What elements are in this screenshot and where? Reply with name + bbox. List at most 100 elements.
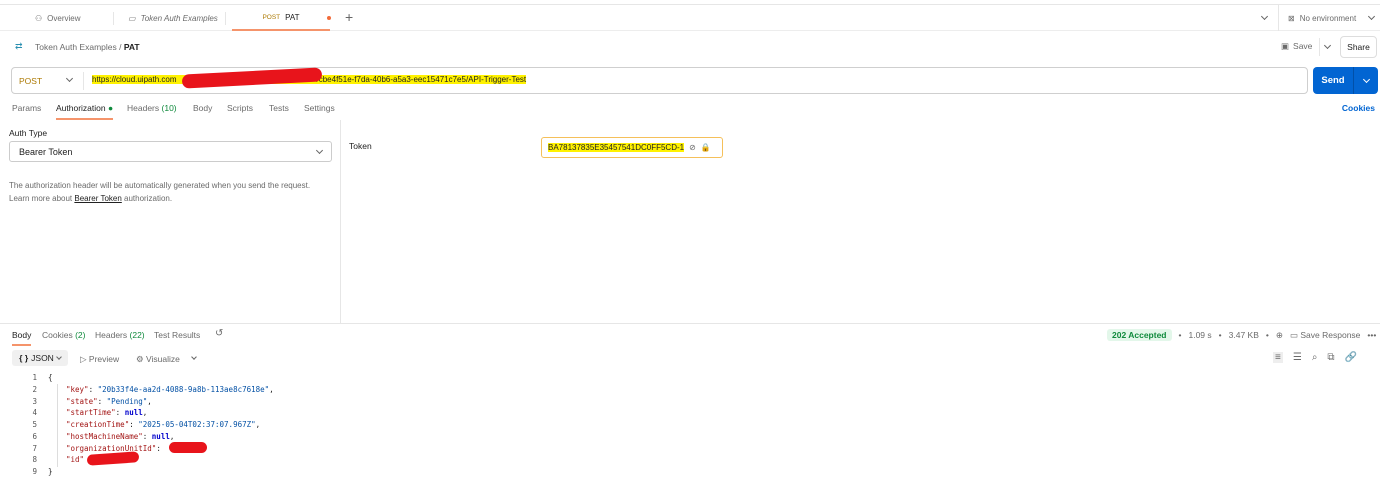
code-token: , xyxy=(169,431,175,441)
line-number: 9 xyxy=(32,466,37,476)
new-tab-plus-icon[interactable]: + xyxy=(345,9,353,25)
copy-icon[interactable]: ⧉ xyxy=(1327,352,1334,363)
code-token: , xyxy=(142,408,148,418)
status-badge: 202 Accepted xyxy=(1107,329,1172,341)
save-button[interactable]: ▣ Save xyxy=(1281,41,1312,52)
search-icon[interactable]: ⌕ xyxy=(1312,352,1318,363)
breadcrumb-collection[interactable]: Token Auth Examples xyxy=(35,42,117,52)
redaction xyxy=(169,442,207,453)
tab-body[interactable]: Body xyxy=(193,103,212,113)
unsaved-dot xyxy=(327,16,331,20)
code-token: , xyxy=(269,385,274,395)
tab-params[interactable]: Params xyxy=(12,103,41,113)
history-icon[interactable]: ↺ xyxy=(215,328,223,339)
line-number: 8 xyxy=(32,455,37,465)
code-token: "20b33f4e-aa2d-4088-9a8b-113ae8c7618e" xyxy=(97,385,270,395)
code-token: "hostMachineName" xyxy=(66,431,143,441)
response-time: 1.09 s xyxy=(1188,330,1212,340)
line-number: 4 xyxy=(32,408,37,418)
filter-icon[interactable]: ☰ xyxy=(1293,352,1302,363)
tab-scripts[interactable]: Scripts xyxy=(227,103,253,113)
response-size: 3.47 KB xyxy=(1228,330,1259,340)
response-tab-cookies[interactable]: Cookies (2) xyxy=(42,330,85,340)
tab-authorization[interactable]: Authorization ● xyxy=(56,103,114,120)
auth-type-label: Auth Type xyxy=(9,128,48,138)
code-token: : xyxy=(115,408,125,418)
breadcrumb: Token Auth Examples / PAT xyxy=(35,42,140,52)
line-number: 6 xyxy=(32,431,37,441)
code-line: 7 "organizationUnitId": xyxy=(0,442,500,454)
code-line: 4 "startTime": null, xyxy=(0,407,500,419)
code-token: "key" xyxy=(66,385,89,395)
code-token: : xyxy=(142,431,152,441)
preview-button[interactable]: ▷ Preview xyxy=(80,354,119,365)
line-number: 2 xyxy=(32,385,37,395)
visualize-chevron[interactable] xyxy=(191,354,197,360)
environment-selector[interactable]: ⊠ No environment xyxy=(1288,5,1376,31)
token-input[interactable]: BA78137835E35457541DC0FF5CD-1 ⊘ 🔒 xyxy=(541,137,723,158)
bearer-token-link[interactable]: Bearer Token xyxy=(74,194,121,203)
tab-overview[interactable]: ⚇ Overview xyxy=(35,5,81,31)
format-select[interactable]: { } JSON xyxy=(12,350,68,366)
line-number: 5 xyxy=(32,420,37,430)
code-line: 5 "creationTime": "2025-05-04T02:37:07.96… xyxy=(0,419,500,431)
http-icon: ⇄ xyxy=(15,41,23,51)
line-number: 7 xyxy=(32,443,37,453)
code-token: { xyxy=(48,373,53,383)
line-number: 1 xyxy=(32,373,37,383)
save-icon: ▣ xyxy=(1281,41,1290,51)
code-token: null xyxy=(124,408,143,418)
auth-type-select[interactable]: Bearer Token xyxy=(9,141,332,162)
tab-headers[interactable]: Headers (10) xyxy=(127,103,177,113)
method-chevron-icon[interactable] xyxy=(65,74,74,83)
send-options-button[interactable] xyxy=(1353,67,1378,94)
code-line: 6 "hostMachineName": null, xyxy=(0,431,500,443)
code-token: "id" xyxy=(66,455,85,465)
share-button[interactable]: Share xyxy=(1340,36,1377,58)
code-token: : xyxy=(97,396,107,406)
code-line: 3 "state": "Pending", xyxy=(0,395,500,407)
tab-settings[interactable]: Settings xyxy=(304,103,335,113)
tab-token-auth-examples[interactable]: ▭ Token Auth Examples xyxy=(128,5,218,31)
response-tab-test-results[interactable]: Test Results xyxy=(154,330,200,340)
url-bar: POST https://cloud.uipath.com /cbe4f51e-… xyxy=(11,67,1308,94)
line-number: 3 xyxy=(32,396,37,406)
tab-post-pat[interactable]: POST PAT xyxy=(232,5,330,31)
code-token: "Pending" xyxy=(106,396,148,406)
wrap-lines-icon[interactable]: ≡ xyxy=(1273,352,1283,363)
hide-token-icon[interactable]: ⊘ xyxy=(689,143,696,152)
overview-icon: ⚇ xyxy=(35,13,43,23)
link-icon[interactable]: 🔗 xyxy=(1345,352,1357,363)
code-line: 1{ xyxy=(0,372,500,384)
code-token: , xyxy=(255,420,261,430)
network-icon[interactable]: ⊕ xyxy=(1276,330,1283,341)
response-meta: 202 Accepted • 1.09 s • 3.47 KB • ⊕ ▭ Save … xyxy=(1107,329,1376,341)
send-button[interactable]: Send xyxy=(1313,67,1353,94)
code-token: "organizationUnitId" xyxy=(66,443,157,453)
code-token: : xyxy=(129,420,139,430)
code-token: "startTime" xyxy=(66,408,116,418)
code-token: , xyxy=(147,396,152,406)
response-tab-body[interactable]: Body xyxy=(12,330,32,346)
cookies-link[interactable]: Cookies xyxy=(1342,103,1375,113)
more-options-icon[interactable]: ••• xyxy=(1367,330,1376,340)
send-button-group: Send xyxy=(1313,67,1378,94)
save-response-button[interactable]: ▭ Save Response xyxy=(1290,330,1360,341)
no-environment-icon: ⊠ xyxy=(1288,13,1295,23)
tab-tests[interactable]: Tests xyxy=(269,103,289,113)
lock-warning-icon: 🔒 xyxy=(700,143,711,152)
code-token: : xyxy=(156,443,166,453)
code-token: "creationTime" xyxy=(66,420,130,430)
save-options-chevron[interactable] xyxy=(1323,41,1332,50)
body-actions: ≡ ☰ ⌕ ⧉ 🔗 xyxy=(1273,352,1357,363)
code-token: null xyxy=(151,431,170,441)
method-select[interactable]: POST xyxy=(19,76,42,86)
code-line: 2 "key": "20b33f4e-aa2d-4088-9a8b-113ae8c… xyxy=(0,384,500,396)
code-line: 9} xyxy=(0,466,500,478)
tabs-overflow-chevron-icon[interactable] xyxy=(1260,12,1269,21)
visualize-button[interactable]: ⚙ Visualize xyxy=(136,354,180,365)
collection-icon: ▭ xyxy=(128,13,136,23)
response-tab-headers[interactable]: Headers (22) xyxy=(95,330,145,340)
code-token: : xyxy=(88,385,98,395)
breadcrumb-request: PAT xyxy=(123,42,140,52)
